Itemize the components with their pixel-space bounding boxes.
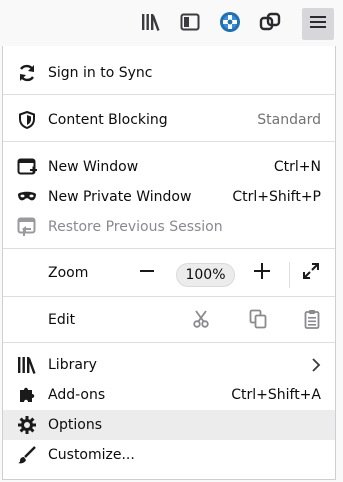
vertical-separator	[289, 262, 290, 288]
copy-icon	[249, 309, 267, 333]
clipboard-icon	[304, 309, 320, 333]
scissors-icon	[192, 310, 210, 332]
gear-icon	[17, 415, 37, 435]
puzzle-icon	[17, 385, 37, 405]
new-private-window-item[interactable]: New Private Window Ctrl+Shift+P	[3, 182, 335, 212]
library-icon	[17, 355, 37, 375]
fullscreen-icon	[302, 262, 320, 284]
sidebars-button[interactable]	[174, 8, 206, 40]
toolbar	[0, 0, 343, 46]
content-blocking-label: Content Blocking	[48, 112, 168, 128]
minus-icon	[139, 263, 155, 283]
copy-button[interactable]	[244, 307, 272, 335]
zoom-reset-button[interactable]: 100%	[176, 263, 235, 287]
hamburger-menu-icon	[309, 14, 327, 34]
restore-session-label: Restore Previous Session	[48, 219, 223, 235]
content-blocking-item[interactable]: Content Blocking Standard	[3, 105, 335, 135]
addons-label: Add-ons	[48, 387, 106, 403]
library-button[interactable]	[135, 8, 167, 40]
fullscreen-button[interactable]	[297, 259, 325, 287]
library-item[interactable]: Library	[3, 350, 335, 380]
sync-tabs-button[interactable]	[254, 8, 286, 40]
shield-icon	[17, 110, 37, 130]
app-menu-panel: Sign in to Sync Content Blocking Standar…	[2, 46, 336, 480]
restore-session-icon	[17, 217, 37, 237]
paintbrush-icon	[17, 445, 37, 465]
separator	[3, 342, 335, 343]
new-private-window-label: New Private Window	[48, 189, 192, 205]
zoom-in-button[interactable]	[248, 259, 276, 287]
zoom-controls: Zoom 100%	[3, 253, 335, 293]
edit-label: Edit	[48, 312, 76, 328]
open-menu-button[interactable]	[302, 8, 334, 40]
cut-button[interactable]	[187, 307, 215, 335]
sync-tabs-icon	[259, 12, 281, 36]
separator	[3, 296, 335, 297]
addons-shortcut: Ctrl+Shift+A	[231, 387, 321, 403]
new-private-window-shortcut: Ctrl+Shift+P	[232, 189, 321, 205]
options-label: Options	[48, 417, 103, 433]
restore-session-item: Restore Previous Session	[3, 212, 335, 242]
new-window-shortcut: Ctrl+N	[273, 159, 321, 175]
new-window-label: New Window	[48, 159, 139, 175]
private-mask-icon	[17, 187, 37, 207]
zoom-out-button[interactable]	[133, 259, 161, 287]
customize-item[interactable]: Customize...	[3, 440, 335, 470]
zoom-value: 100%	[185, 267, 226, 283]
sign-in-label: Sign in to Sync	[48, 65, 153, 81]
sidebars-icon	[180, 13, 200, 35]
new-window-item[interactable]: New Window Ctrl+N	[3, 152, 335, 182]
edit-controls: Edit	[3, 299, 335, 341]
extension-button[interactable]	[214, 8, 246, 40]
separator	[3, 141, 335, 142]
extension-icon	[219, 11, 241, 37]
chevron-right-icon	[311, 358, 321, 376]
paste-button[interactable]	[298, 307, 326, 335]
separator	[3, 94, 335, 95]
sign-in-sync-item[interactable]: Sign in to Sync	[3, 58, 335, 88]
zoom-label: Zoom	[48, 265, 89, 281]
addons-item[interactable]: Add-ons Ctrl+Shift+A	[3, 380, 335, 410]
separator	[3, 248, 335, 249]
options-item[interactable]: Options	[3, 410, 335, 440]
content-blocking-status: Standard	[257, 112, 321, 128]
library-label: Library	[48, 357, 97, 373]
new-window-icon	[17, 157, 37, 177]
plus-icon	[253, 262, 271, 284]
sync-icon	[17, 63, 37, 83]
customize-label: Customize...	[48, 447, 135, 463]
library-icon	[141, 13, 161, 35]
